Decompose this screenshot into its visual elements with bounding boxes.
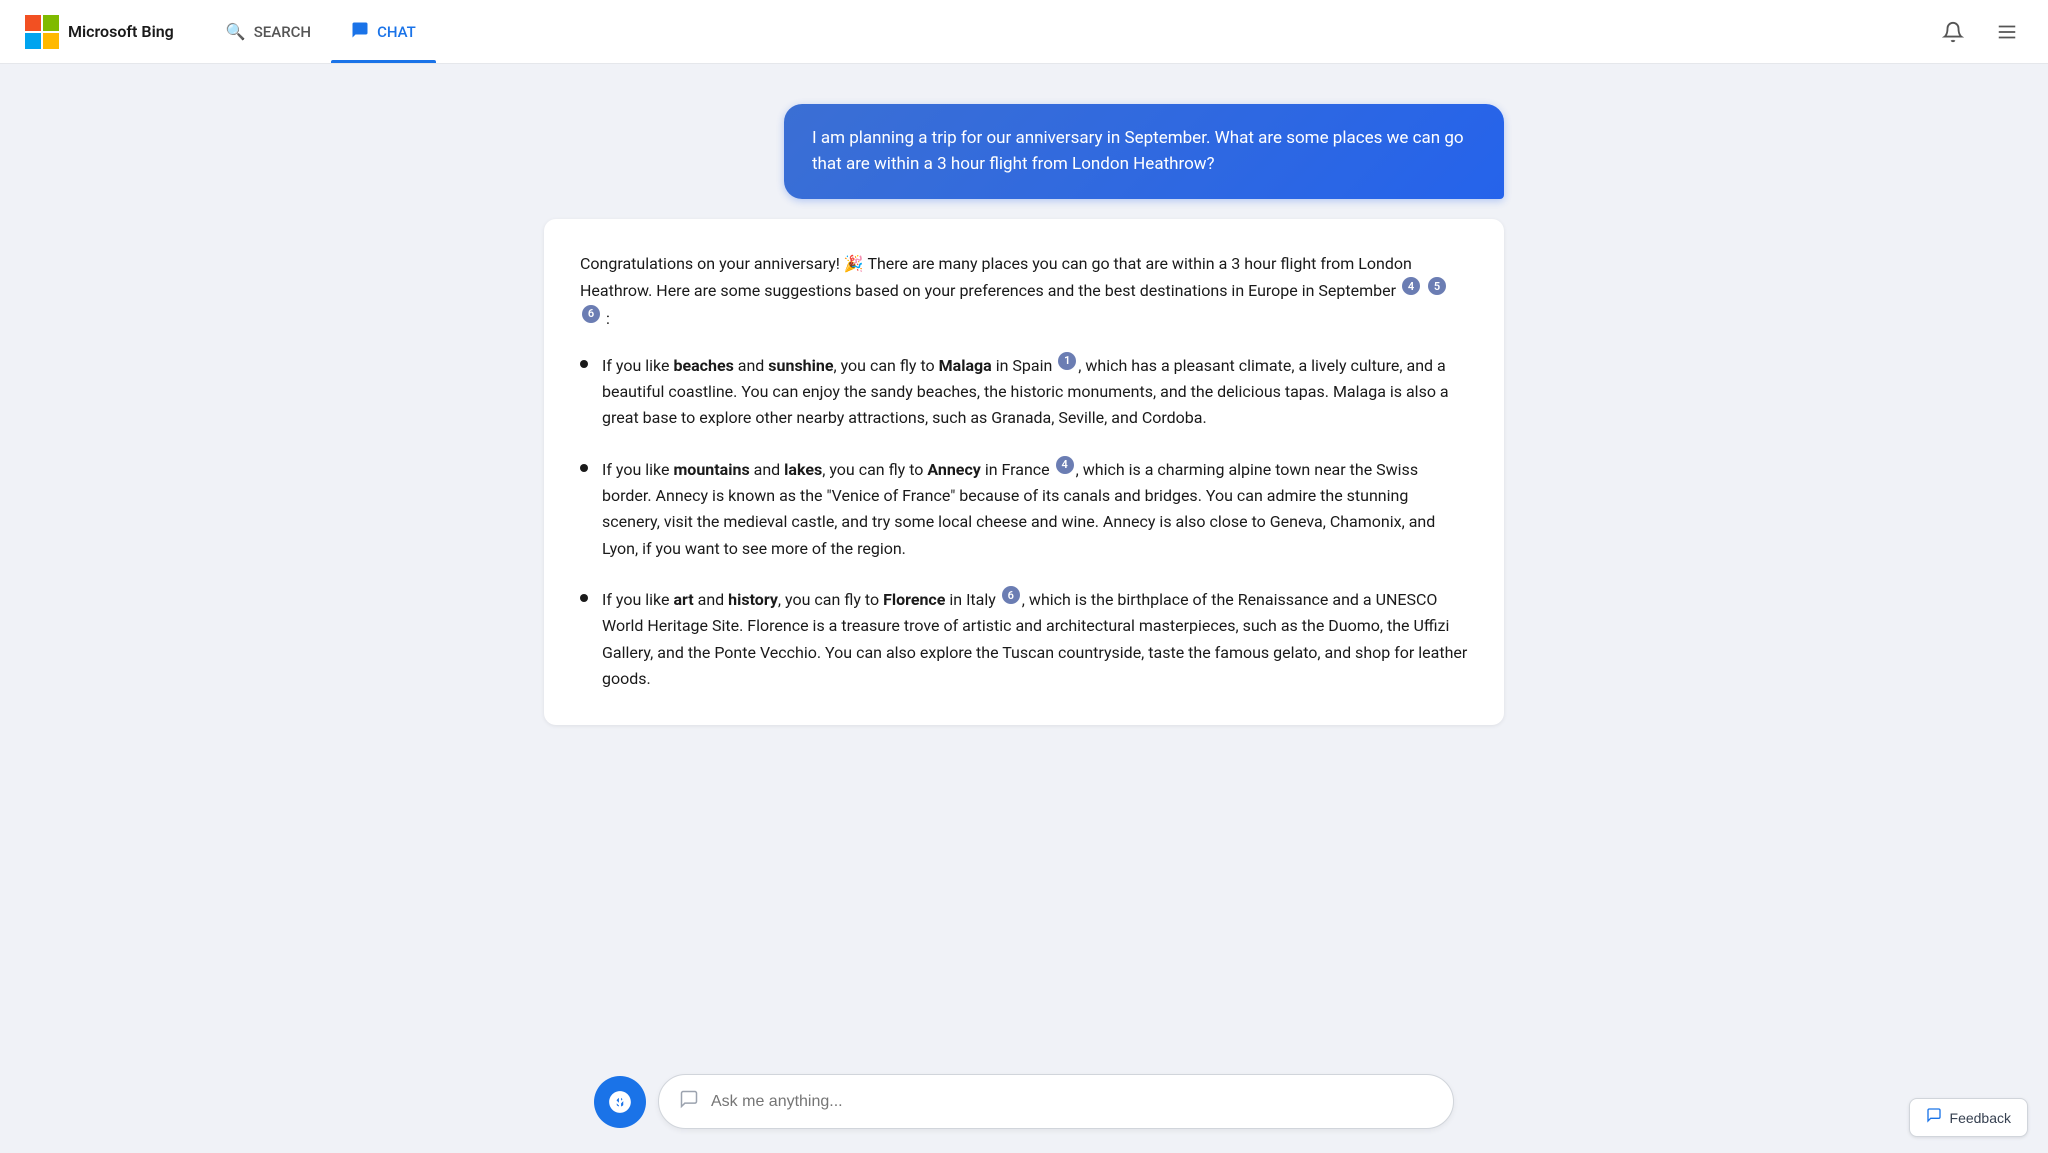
input-chat-icon <box>679 1089 699 1114</box>
chat-input[interactable] <box>711 1093 1433 1111</box>
ai-response-card: Congratulations on your anniversary! 🎉 T… <box>544 219 1504 725</box>
keyword-beaches: beaches <box>673 356 733 375</box>
input-wrapper <box>594 1074 1454 1129</box>
cite-badge-1[interactable]: 1 <box>1058 352 1076 370</box>
input-area <box>0 1058 2048 1153</box>
nav-search-label: SEARCH <box>254 23 311 41</box>
list-item: If you like beaches and sunshine, you ca… <box>580 352 1468 432</box>
feedback-label: Feedback <box>1950 1110 2011 1126</box>
chat-nav-icon <box>351 21 369 43</box>
list-item-text: If you like mountains and lakes, you can… <box>602 456 1468 562</box>
keyword-history: history <box>728 590 778 609</box>
destination-annecy: Annecy <box>927 460 980 479</box>
nav-chat-label: CHAT <box>377 23 416 41</box>
header-right <box>1936 15 2024 49</box>
feedback-button[interactable]: Feedback <box>1909 1098 2028 1137</box>
list-item-text: If you like beaches and sunshine, you ca… <box>602 352 1468 432</box>
bullet-icon <box>580 360 588 368</box>
cite-badge-6[interactable]: 6 <box>582 305 600 323</box>
ai-intro-text: Congratulations on your anniversary! 🎉 T… <box>580 251 1468 332</box>
cite-badge-5[interactable]: 5 <box>1428 277 1446 295</box>
ai-intro-body: Congratulations on your anniversary! 🎉 T… <box>580 254 1412 300</box>
keyword-mountains: mountains <box>673 460 749 479</box>
intro-colon: : <box>606 308 610 327</box>
nav-item-search[interactable]: 🔍 SEARCH <box>206 2 331 61</box>
menu-button[interactable] <box>1990 15 2024 49</box>
bing-avatar-icon <box>607 1089 633 1115</box>
nav-item-chat[interactable]: CHAT <box>331 1 436 63</box>
response-list: If you like beaches and sunshine, you ca… <box>580 352 1468 693</box>
bullet-icon <box>580 464 588 472</box>
logo-text: Microsoft Bing <box>68 22 174 41</box>
cite-badge-4[interactable]: 4 <box>1402 277 1420 295</box>
list-item: If you like art and history, you can fly… <box>580 586 1468 692</box>
user-message-bubble: I am planning a trip for our anniversary… <box>784 104 1504 199</box>
cite-badge-4b[interactable]: 4 <box>1056 456 1074 474</box>
bing-logo-icon <box>24 14 60 50</box>
bing-chat-avatar[interactable] <box>594 1076 646 1128</box>
list-item: If you like mountains and lakes, you can… <box>580 456 1468 562</box>
main-nav: 🔍 SEARCH CHAT <box>206 1 1936 63</box>
keyword-lakes: lakes <box>784 460 822 479</box>
destination-florence: Florence <box>883 590 945 609</box>
text-input-container[interactable] <box>658 1074 1454 1129</box>
destination-malaga: Malaga <box>939 356 992 375</box>
notification-button[interactable] <box>1936 15 1970 49</box>
header: Microsoft Bing 🔍 SEARCH CHAT <box>0 0 2048 64</box>
search-nav-icon: 🔍 <box>226 22 246 41</box>
list-item-text: If you like art and history, you can fly… <box>602 586 1468 692</box>
cite-badge-6b[interactable]: 6 <box>1002 586 1020 604</box>
bullet-icon <box>580 594 588 602</box>
keyword-sunshine: sunshine <box>768 356 833 375</box>
feedback-icon <box>1926 1107 1942 1128</box>
user-message-text: I am planning a trip for our anniversary… <box>812 128 1464 174</box>
main-content: I am planning a trip for our anniversary… <box>524 64 1524 1153</box>
keyword-art: art <box>673 590 693 609</box>
logo-area[interactable]: Microsoft Bing <box>24 14 174 50</box>
